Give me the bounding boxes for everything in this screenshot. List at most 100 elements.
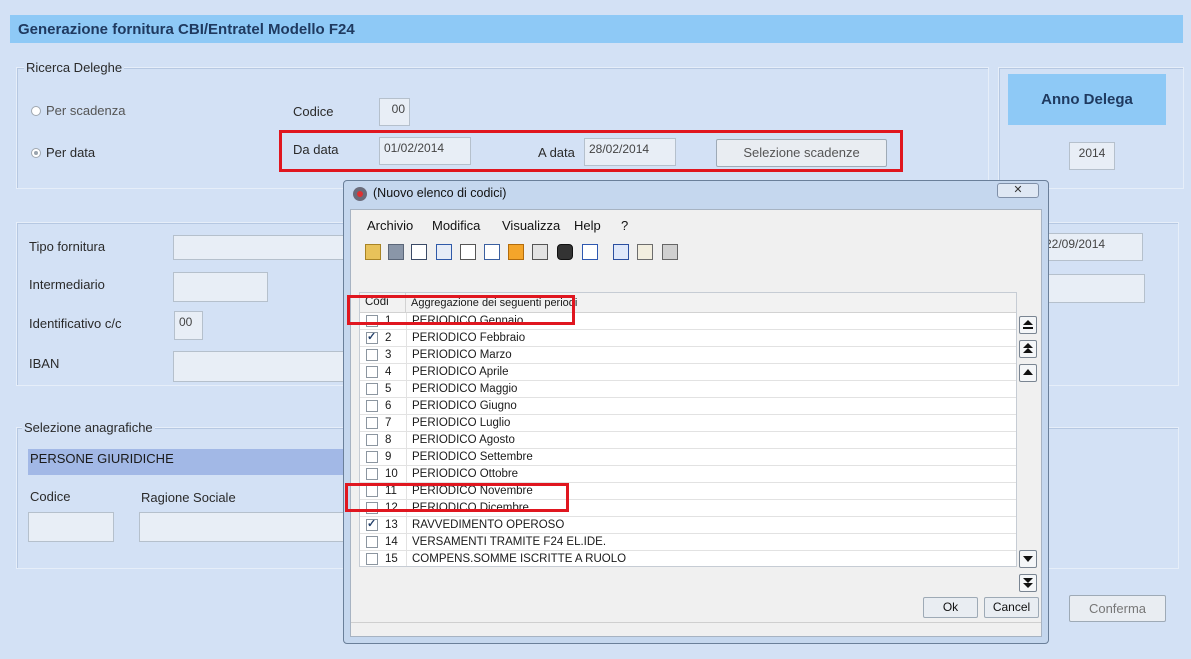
status-bar <box>351 622 1041 637</box>
line-up-button[interactable] <box>1019 364 1037 382</box>
a-data-field[interactable]: 28/02/2014 <box>584 138 676 166</box>
page-down-button[interactable] <box>1019 574 1037 592</box>
find-icon[interactable] <box>557 244 573 260</box>
conferma-button[interactable]: Conferma <box>1069 595 1166 622</box>
row-code: 9 <box>385 451 392 463</box>
row-description: VERSAMENTI TRAMITE F24 EL.IDE. <box>412 536 607 548</box>
row-checkbox[interactable] <box>366 400 378 412</box>
row-checkbox[interactable] <box>366 417 378 429</box>
per-data-label[interactable]: Per data <box>46 145 95 160</box>
column-separator <box>406 415 407 432</box>
list-item[interactable]: 9 PERIODICO Settembre <box>360 449 1016 466</box>
codici-list: Codi Aggregazione dei seguenti periodi 1… <box>359 292 1017 567</box>
list-item[interactable]: 8 PERIODICO Agosto <box>360 432 1016 449</box>
date-field[interactable]: 22/09/2014 <box>1040 233 1143 261</box>
anno-delega-header: Anno Delega <box>1008 74 1166 125</box>
row-description: PERIODICO Settembre <box>412 451 533 463</box>
a-data-label: A data <box>538 145 575 160</box>
list-item[interactable]: 10 PERIODICO Ottobre <box>360 466 1016 483</box>
row-code: 15 <box>385 553 398 565</box>
save-icon[interactable] <box>388 244 404 260</box>
iban-field[interactable] <box>173 351 353 382</box>
close-icon: ✕ <box>1013 184 1023 196</box>
intermediario-field[interactable] <box>173 272 268 302</box>
list-item[interactable]: 4 PERIODICO Aprile <box>360 364 1016 381</box>
ricerca-deleghe-title: Ricerca Deleghe <box>24 60 125 75</box>
anagrafiche-title: Selezione anagrafiche <box>22 420 155 435</box>
row-code: 6 <box>385 400 392 412</box>
contact-card-icon[interactable] <box>637 244 653 260</box>
row-checkbox[interactable] <box>366 330 378 344</box>
card-icon[interactable] <box>411 244 427 260</box>
codice-field[interactable]: 00 <box>379 98 410 126</box>
anagrafiche-codice-label: Codice <box>30 489 71 504</box>
row-code: 8 <box>385 434 392 446</box>
window-title-bar: Generazione fornitura CBI/Entratel Model… <box>10 15 1183 43</box>
list-icon[interactable] <box>484 244 500 260</box>
details-icon[interactable] <box>508 244 524 260</box>
table-icon[interactable] <box>613 244 629 260</box>
row-description: PERIODICO Ottobre <box>412 468 519 480</box>
codici-dialog: (Nuovo elenco di codici) ✕ Archivio Modi… <box>343 180 1049 644</box>
checklist-icon[interactable] <box>436 244 452 260</box>
dialog-body: Archivio Modifica Visualizza Help ? Codi… <box>350 209 1042 637</box>
per-scadenza-radio[interactable] <box>31 106 41 116</box>
list-item[interactable]: 3 PERIODICO Marzo <box>360 347 1016 364</box>
list-item[interactable]: 14 VERSAMENTI TRAMITE F24 EL.IDE. <box>360 534 1016 551</box>
list-item[interactable]: 2 PERIODICO Febbraio <box>360 330 1016 347</box>
page-up-button[interactable] <box>1019 340 1037 358</box>
arrow-up-icon <box>1023 369 1033 375</box>
cancel-button[interactable]: Cancel <box>984 597 1039 618</box>
arrow-down-icon <box>1023 556 1033 562</box>
tree-icon[interactable] <box>460 244 476 260</box>
row-checkbox[interactable] <box>366 553 378 565</box>
per-data-radio[interactable] <box>31 148 41 158</box>
column-separator <box>406 534 407 551</box>
anagrafiche-codice-field[interactable] <box>28 512 114 542</box>
list-item[interactable]: 15 COMPENS.SOMME ISCRITTE A RUOLO <box>360 551 1016 566</box>
row-checkbox[interactable] <box>366 451 378 463</box>
open-folder-icon[interactable] <box>365 244 381 260</box>
line-down-button[interactable] <box>1019 550 1037 568</box>
menu-visualizza[interactable]: Visualizza <box>502 218 560 233</box>
menu-modifica[interactable]: Modifica <box>432 218 480 233</box>
ragione-sociale-field[interactable] <box>139 512 359 542</box>
filter-icon[interactable] <box>662 244 678 260</box>
row-code: 14 <box>385 536 398 548</box>
da-data-label: Da data <box>293 142 339 157</box>
per-scadenza-label[interactable]: Per scadenza <box>46 103 126 118</box>
list-item[interactable]: 5 PERIODICO Maggio <box>360 381 1016 398</box>
dialog-menubar: Archivio Modifica Visualizza Help ? <box>355 218 1035 234</box>
dialog-close-button[interactable]: ✕ <box>997 183 1039 198</box>
da-data-field[interactable]: 01/02/2014 <box>379 137 471 165</box>
row-description: PERIODICO Aprile <box>412 366 509 378</box>
menu-archivio[interactable]: Archivio <box>367 218 413 233</box>
anno-delega-field[interactable]: 2014 <box>1069 142 1115 170</box>
right-field[interactable] <box>1040 274 1145 303</box>
list-item[interactable]: 6 PERIODICO Giugno <box>360 398 1016 415</box>
row-description: PERIODICO Giugno <box>412 400 517 412</box>
row-checkbox[interactable] <box>366 434 378 446</box>
stamp-icon[interactable] <box>532 244 548 260</box>
column-separator <box>406 347 407 364</box>
row-checkbox[interactable] <box>366 536 378 548</box>
list-item[interactable]: 13 RAVVEDIMENTO OPEROSO <box>360 517 1016 534</box>
row-checkbox[interactable] <box>366 517 378 531</box>
row-checkbox[interactable] <box>366 383 378 395</box>
menu-help[interactable]: Help <box>574 218 601 233</box>
tipo-fornitura-label: Tipo fornitura <box>29 239 106 254</box>
intermediario-label: Intermediario <box>29 277 105 292</box>
row-checkbox[interactable] <box>366 366 378 378</box>
row-checkbox[interactable] <box>366 468 378 480</box>
selezione-scadenze-button[interactable]: Selezione scadenze <box>716 139 887 167</box>
ok-button[interactable]: Ok <box>923 597 978 618</box>
menu-question[interactable]: ? <box>621 218 628 233</box>
row-description: RAVVEDIMENTO OPEROSO <box>412 519 565 531</box>
tipo-fornitura-field[interactable] <box>173 235 353 260</box>
list-item[interactable]: 7 PERIODICO Luglio <box>360 415 1016 432</box>
row-checkbox[interactable] <box>366 349 378 361</box>
identificativo-field[interactable]: 00 <box>174 311 203 340</box>
sort-icon[interactable] <box>582 244 598 260</box>
scroll-top-button[interactable] <box>1019 316 1037 334</box>
ragione-sociale-label: Ragione Sociale <box>141 490 236 505</box>
